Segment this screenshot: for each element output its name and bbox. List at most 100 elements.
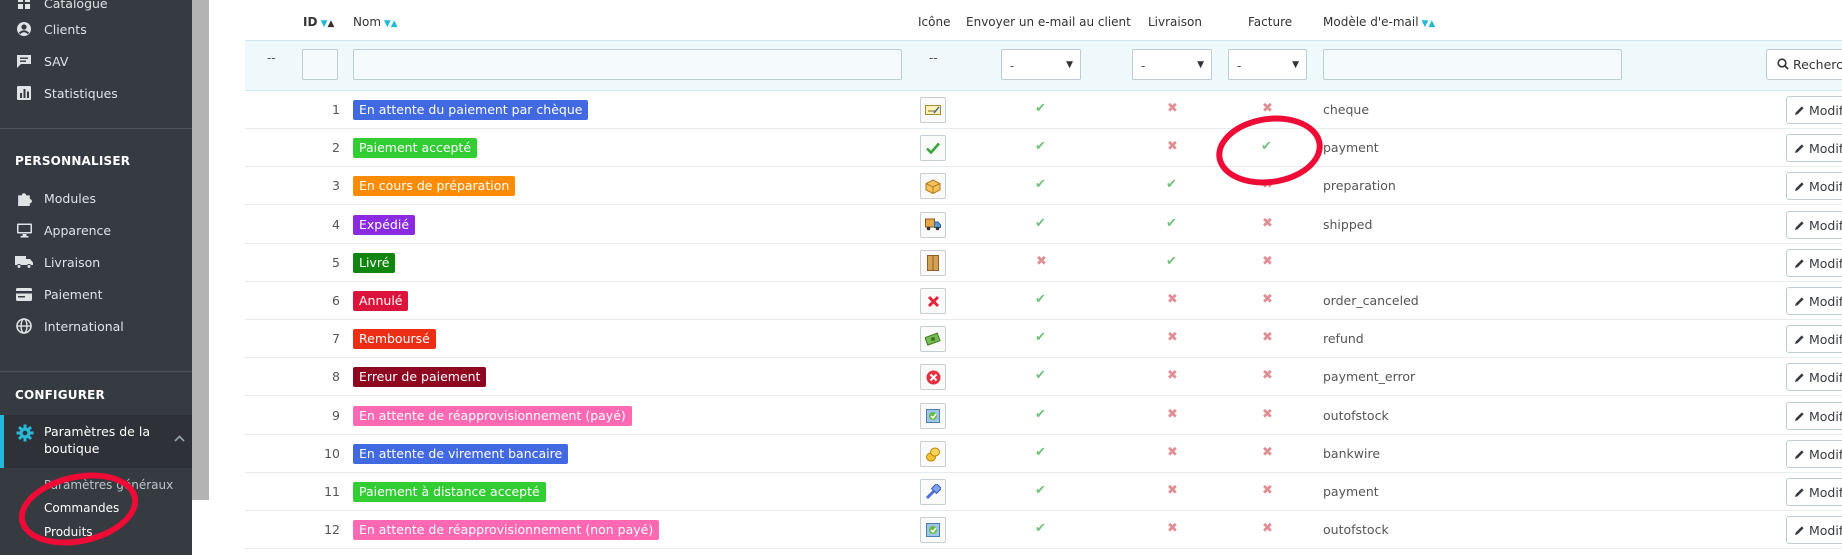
- monitor-icon: [15, 221, 33, 239]
- check-icon[interactable]: ✔: [1035, 217, 1046, 230]
- sidebar-item-international[interactable]: International: [0, 311, 192, 341]
- table-row[interactable]: 10 En attente de virement bancaire ✔ ✖ ✖ bank…: [245, 435, 1842, 473]
- filter-template-input[interactable]: [1323, 49, 1622, 80]
- check-icon[interactable]: ✔: [1035, 140, 1046, 153]
- edit-button[interactable]: Modifier: [1786, 134, 1842, 163]
- check-icon[interactable]: ✔: [1035, 178, 1046, 191]
- pencil-icon: [1794, 370, 1805, 385]
- table-row[interactable]: 4 Expédié ✔ ✔ ✖ shipped Modifier: [245, 206, 1842, 244]
- column-header-name[interactable]: Nom ▼▲: [353, 15, 398, 29]
- check-icon[interactable]: ✔: [1035, 484, 1046, 497]
- cross-icon[interactable]: ✖: [1167, 369, 1178, 382]
- sort-arrows-icon[interactable]: ▼: [317, 19, 328, 29]
- chat-icon: [15, 52, 33, 70]
- filter-delivery-select[interactable]: - ▼: [1132, 49, 1212, 80]
- sidebar-item-paiement[interactable]: Paiement: [0, 279, 192, 309]
- cross-icon[interactable]: ✖: [1262, 369, 1273, 382]
- sidebar-item-livraison[interactable]: Livraison: [0, 247, 192, 277]
- table-row[interactable]: 8 Erreur de paiement ✔ ✖ ✖ payment_error Modi…: [245, 358, 1842, 397]
- cross-icon[interactable]: ✖: [1262, 293, 1273, 306]
- edit-button[interactable]: Modifier: [1786, 401, 1842, 430]
- sidebar-item-parametres-boutique[interactable]: Paramètres de la boutique: [0, 415, 192, 468]
- cross-icon[interactable]: ✖: [1262, 408, 1273, 421]
- cross-icon[interactable]: ✖: [1167, 522, 1178, 535]
- cell-template: payment_error: [1323, 369, 1416, 385]
- edit-button[interactable]: Modifier: [1786, 516, 1842, 545]
- check-icon[interactable]: ✔: [1035, 408, 1046, 421]
- cross-icon[interactable]: ✖: [1262, 522, 1273, 535]
- edit-button[interactable]: Modifier: [1786, 325, 1842, 354]
- status-badge: Remboursé: [353, 329, 436, 350]
- sidebar-item-apparence[interactable]: Apparence: [0, 215, 192, 245]
- sort-arrows-icon[interactable]: ▼▲: [1419, 19, 1435, 29]
- edit-button[interactable]: Modifier: [1786, 248, 1842, 277]
- cross-icon[interactable]: ✖: [1167, 293, 1178, 306]
- sidebar-scrollbar[interactable]: [192, 0, 209, 500]
- cross-icon[interactable]: ✖: [1167, 408, 1178, 421]
- chevron-up-icon[interactable]: [174, 427, 185, 446]
- pencil-icon: [1794, 294, 1805, 309]
- sidebar-item-modules[interactable]: Modules: [0, 183, 192, 213]
- cross-icon[interactable]: ✖: [1167, 102, 1178, 115]
- cross-icon[interactable]: ✖: [1262, 484, 1273, 497]
- error-icon: [920, 364, 946, 391]
- check-icon[interactable]: ✔: [1166, 178, 1177, 191]
- sort-arrows-icon[interactable]: ▼▲: [381, 19, 398, 29]
- edit-button[interactable]: Modifier: [1786, 363, 1842, 392]
- edit-button[interactable]: Modifier: [1786, 210, 1842, 239]
- cross-icon[interactable]: ✖: [1167, 331, 1178, 344]
- filter-send-email-select[interactable]: - ▼: [1001, 49, 1081, 80]
- edit-button[interactable]: Modifier: [1786, 287, 1842, 315]
- sidebar-item-label: Paramètres de la boutique: [44, 424, 150, 456]
- cross-icon[interactable]: ✖: [1036, 255, 1047, 268]
- table-row[interactable]: 7 Remboursé ✔ ✖ ✖ refund Modifier: [245, 320, 1842, 359]
- cell-template: shipped: [1323, 216, 1373, 232]
- cell-template: bankwire: [1323, 445, 1381, 461]
- table-row[interactable]: 5 Livré ✖ ✔ ✖ Modifier: [245, 244, 1842, 282]
- column-header-delivery: Livraison: [1148, 15, 1202, 29]
- table-row[interactable]: 9 En attente de réapprovisionnement (payé…: [245, 397, 1842, 435]
- check-icon[interactable]: ✔: [1035, 293, 1046, 306]
- column-header-id[interactable]: ID ▼▲: [303, 15, 334, 29]
- table-row[interactable]: 3 En cours de préparation ✔ ✔ ✖ preparation M…: [245, 167, 1842, 206]
- check-icon[interactable]: ✔: [1035, 522, 1046, 535]
- edit-button[interactable]: Modifier: [1786, 439, 1842, 468]
- table-row[interactable]: 12 En attente de réapprovisionnement (non…: [245, 511, 1842, 550]
- table-row[interactable]: 6 Annulé ✔ ✖ ✖ order_canceled Modifier: [245, 282, 1842, 320]
- cell-template: outofstock: [1323, 407, 1389, 423]
- edit-button[interactable]: Modifier: [1786, 96, 1842, 124]
- filter-id-input[interactable]: [302, 49, 338, 80]
- cell-id: 3: [332, 178, 340, 194]
- cross-icon[interactable]: ✖: [1167, 446, 1178, 459]
- cross-icon[interactable]: ✖: [1262, 102, 1273, 115]
- column-header-template[interactable]: Modèle d'e-mail ▼▲: [1323, 15, 1435, 29]
- remote-payment-icon: [920, 479, 946, 505]
- edit-button[interactable]: Modifier: [1786, 478, 1842, 506]
- search-button[interactable]: Rechercher: [1766, 49, 1842, 80]
- sidebar-item-statistiques[interactable]: Statistiques: [0, 78, 192, 108]
- check-icon[interactable]: ✔: [1035, 102, 1046, 115]
- sidebar-item-clients[interactable]: Clients: [0, 14, 192, 44]
- cross-icon[interactable]: ✖: [1262, 255, 1273, 268]
- check-icon[interactable]: ✔: [1035, 331, 1046, 344]
- sidebar-item-label: Statistiques: [44, 85, 118, 101]
- table-row[interactable]: 1 En attente du paiement par chèque ✔ ✖ ✖ che…: [245, 91, 1842, 129]
- cross-icon[interactable]: ✖: [1167, 140, 1178, 153]
- check-icon[interactable]: ✔: [1035, 446, 1046, 459]
- filter-invoice-select[interactable]: - ▼: [1228, 49, 1307, 80]
- check-icon[interactable]: ✔: [1166, 217, 1177, 230]
- edit-button[interactable]: Modifier: [1786, 172, 1842, 201]
- sidebar-item-sav[interactable]: SAV: [0, 46, 192, 76]
- sort-asc-active-icon[interactable]: ▲: [328, 19, 335, 29]
- cross-icon[interactable]: ✖: [1262, 217, 1273, 230]
- cross-icon[interactable]: ✖: [1167, 484, 1178, 497]
- check-icon[interactable]: ✔: [1035, 369, 1046, 382]
- checkmark-icon: [920, 135, 946, 162]
- check-icon[interactable]: ✔: [1166, 255, 1177, 268]
- filter-name-input[interactable]: [353, 49, 902, 80]
- section-title-configurer: CONFIGURER: [15, 388, 105, 402]
- table-row[interactable]: 2Paiement accepté✔✖✔payment Modifier: [245, 129, 1842, 168]
- table-row[interactable]: 11 Paiement à distance accepté ✔ ✖ ✖ payment …: [245, 473, 1842, 511]
- cross-icon[interactable]: ✖: [1262, 446, 1273, 459]
- cross-icon[interactable]: ✖: [1262, 331, 1273, 344]
